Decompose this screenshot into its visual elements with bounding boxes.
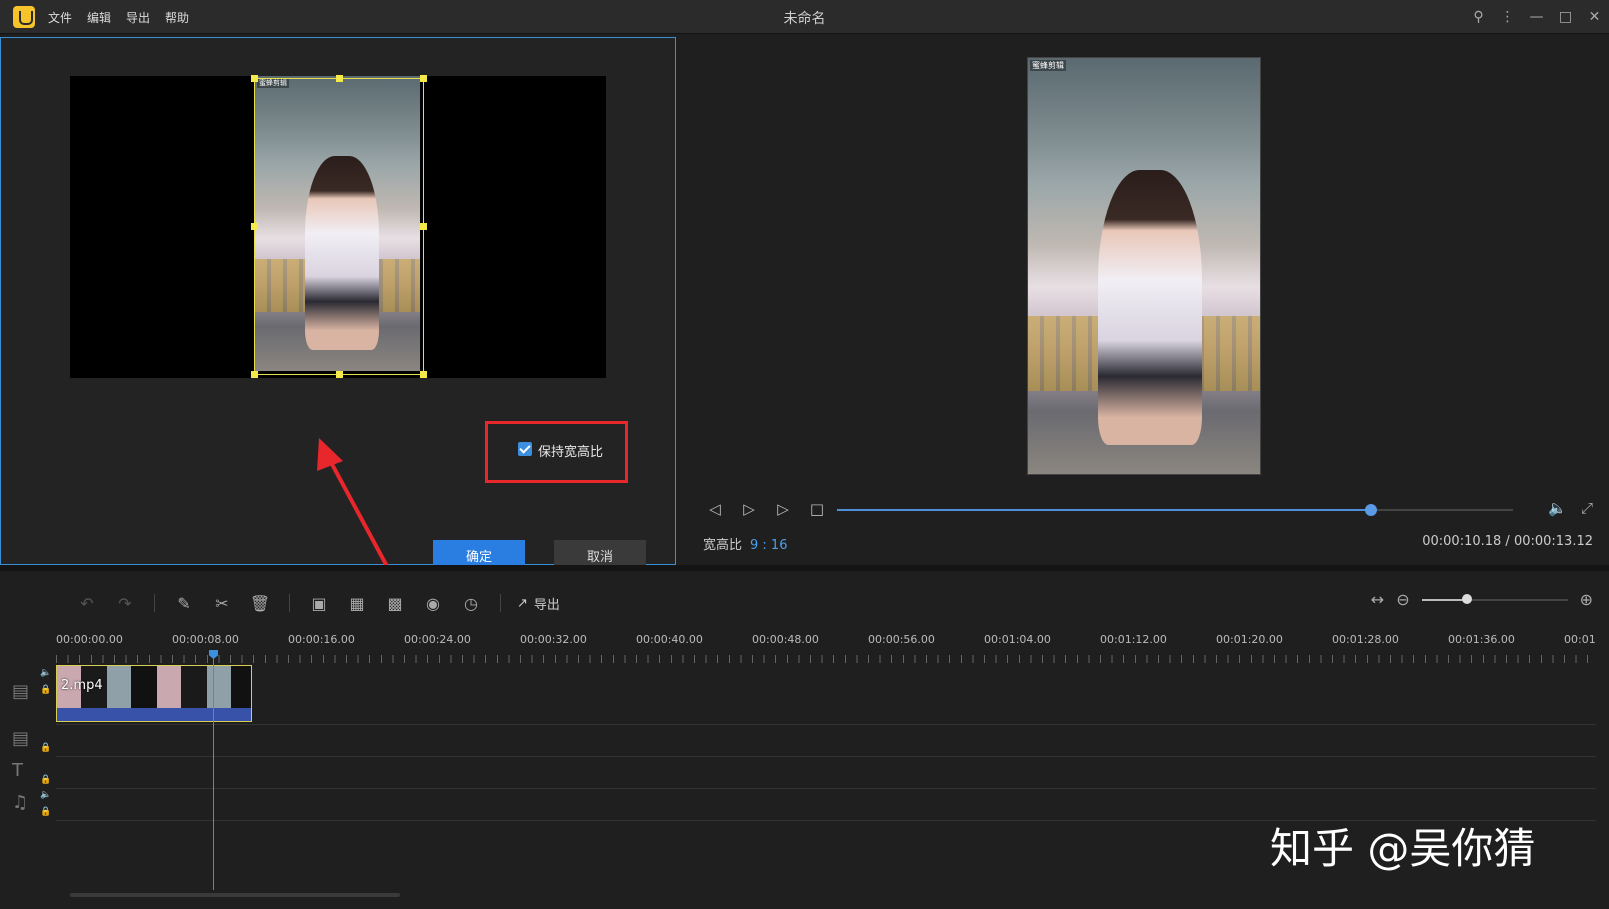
lock-icon[interactable]: 🔒 (40, 775, 96, 785)
ruler-label: 00:00:00.00 (56, 633, 123, 646)
ruler-label: 00:01 (1564, 633, 1596, 646)
more-icon[interactable]: ⋮ (1493, 0, 1522, 34)
aspect-value[interactable]: 9 : 16 (750, 538, 787, 553)
timeline-ruler[interactable]: 00:00:00.00 00:00:08.00 00:00:16.00 00:0… (56, 633, 1609, 663)
minimize-icon[interactable]: — (1522, 0, 1551, 34)
preview-video: 蜜蜂剪辑 (1027, 57, 1261, 475)
ruler-label: 00:00:48.00 (752, 633, 819, 646)
redo-icon[interactable]: ↷ (106, 590, 144, 616)
keep-ratio-highlight: 保持宽高比 (485, 421, 628, 483)
crop-handle-bottom-right[interactable] (420, 371, 427, 378)
user-icon[interactable]: ⚲ (1464, 0, 1493, 34)
zoom-out-icon[interactable]: ⊖ (1396, 590, 1409, 609)
maximize-icon[interactable]: □ (1551, 0, 1580, 34)
aspect-ratio: 宽高比 9 : 16 (703, 534, 787, 553)
ruler-label: 00:01:12.00 (1100, 633, 1167, 646)
keep-ratio-label: 保持宽高比 (538, 445, 604, 460)
prev-frame-icon[interactable]: ◁ (703, 497, 727, 521)
window-title: 未命名 (783, 11, 826, 27)
crop-handle-bottom-left[interactable] (251, 371, 258, 378)
ruler-ticks (56, 655, 1596, 663)
aspect-label: 宽高比 (703, 538, 743, 553)
crop-handle-top[interactable] (336, 75, 343, 82)
crop-handle-top-right[interactable] (420, 75, 427, 82)
crop-handle-left[interactable] (251, 223, 258, 230)
clip-audio-waveform (57, 708, 251, 721)
ruler-label: 00:01:36.00 (1448, 633, 1515, 646)
ruler-label: 00:00:56.00 (868, 633, 935, 646)
stop-icon[interactable]: □ (805, 497, 829, 521)
crop-icon[interactable]: ▣ (300, 590, 338, 616)
clip-name: 2.mp4 (61, 678, 103, 693)
keep-ratio-checkbox[interactable] (518, 442, 532, 456)
ruler-label: 00:00:24.00 (404, 633, 471, 646)
volume-icon[interactable]: 🔈 (1548, 499, 1567, 517)
menu-bar: 文件 编辑 导出 帮助 (48, 9, 189, 26)
fullscreen-icon[interactable]: ⤢ (1581, 499, 1593, 517)
timecode: 00:00:10.18 / 00:00:13.12 (1422, 534, 1593, 549)
ruler-label: 00:00:32.00 (520, 633, 587, 646)
title-bar: 文件 编辑 导出 帮助 未命名 ⚲ ⋮ — □ ✕ (0, 0, 1609, 34)
next-frame-icon[interactable]: ▷ (771, 497, 795, 521)
menu-export[interactable]: 导出 (126, 9, 150, 26)
zoom-in-icon[interactable]: ⊕ (1580, 590, 1593, 609)
resize-icon[interactable]: ▦ (338, 590, 376, 616)
crop-selection-box[interactable] (251, 75, 427, 378)
preview-right-controls: 🔈 ⤢ (1548, 499, 1593, 517)
play-icon[interactable]: ▷ (737, 497, 761, 521)
lock-icon[interactable]: 🔒 (40, 807, 96, 817)
trash-icon[interactable]: 🗑 (241, 590, 279, 616)
share-icon: ↗ (517, 595, 528, 611)
export-button[interactable]: ↗ 导出 (517, 594, 560, 613)
menu-edit[interactable]: 编辑 (87, 9, 111, 26)
ruler-label: 00:01:20.00 (1216, 633, 1283, 646)
overlay-watermark: 知乎 @吴你猜 (1270, 824, 1536, 873)
pencil-icon[interactable]: ✎ (165, 590, 203, 616)
lock-icon[interactable]: 🔒 (40, 743, 96, 753)
crop-handle-right[interactable] (420, 223, 427, 230)
zoom-controls: ↔ ⊖ ⊕ (1371, 590, 1593, 609)
ruler-label: 00:00:08.00 (172, 633, 239, 646)
window-controls: ⚲ ⋮ — □ ✕ (1464, 0, 1609, 34)
video-clip[interactable]: 2.mp4 (56, 665, 252, 722)
ruler-label: 00:00:40.00 (636, 633, 703, 646)
preview-panel: 蜜蜂剪辑 ◁ ▷ ▷ □ 🔈 ⤢ 宽高比 9 : 16 00:00:10.18 /… (681, 37, 1609, 565)
ruler-label: 00:01:28.00 (1332, 633, 1399, 646)
ruler-label: 00:01:04.00 (984, 633, 1051, 646)
timeline-scrollbar[interactable] (70, 893, 400, 897)
freeze-frame-icon[interactable]: ◉ (414, 590, 452, 616)
mosaic-icon[interactable]: ▩ (376, 590, 414, 616)
zoom-slider[interactable] (1421, 593, 1568, 604)
mute-icon[interactable]: 🔈 (40, 790, 96, 800)
preview-watermark: 蜜蜂剪辑 (1030, 60, 1066, 71)
undo-icon[interactable]: ↶ (68, 590, 106, 616)
fit-timeline-icon[interactable]: ↔ (1371, 590, 1384, 609)
ruler-label: 00:00:16.00 (288, 633, 355, 646)
menu-file[interactable]: 文件 (48, 9, 72, 26)
playback-controls: ◁ ▷ ▷ □ (703, 497, 829, 521)
crop-handle-top-left[interactable] (251, 75, 258, 82)
crop-handle-bottom[interactable] (336, 371, 343, 378)
progress-knob[interactable] (1365, 504, 1378, 516)
edit-toolbar: ↶ ↷ ✎ ✂ 🗑 ▣ ▦ ▩ ◉ ◷ ↗ 导出 ↔ ⊖ ⊕ (0, 571, 1609, 633)
playhead[interactable] (213, 650, 214, 890)
app-logo-icon (13, 6, 35, 28)
export-label: 导出 (533, 597, 560, 613)
playback-progress[interactable] (837, 504, 1513, 516)
close-icon[interactable]: ✕ (1580, 0, 1609, 34)
scissors-icon[interactable]: ✂ (203, 590, 241, 616)
menu-help[interactable]: 帮助 (165, 9, 189, 26)
speed-icon[interactable]: ◷ (452, 590, 490, 616)
